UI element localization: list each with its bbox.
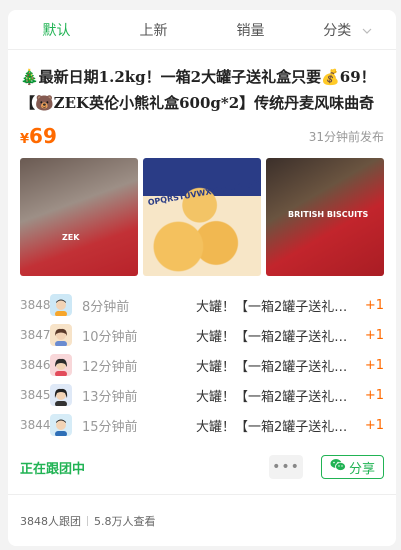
divider: [87, 515, 88, 526]
product-image-3[interactable]: BRITISH BISCUITS: [266, 158, 384, 276]
tab-sales[interactable]: 销量: [202, 20, 299, 40]
publish-time: 31分钟前发布: [308, 129, 384, 144]
stats-footer: 3848人跟团 5.8万人查看: [8, 494, 396, 546]
chevron-down-icon: [362, 23, 372, 39]
avatar: [50, 294, 72, 316]
list-item[interactable]: 3845 13分钟前 大罐！【一箱2罐子送礼盒】 +1: [8, 380, 396, 410]
price-row: ¥69 31分钟前发布: [20, 122, 384, 150]
product-image-1[interactable]: ZEK: [20, 158, 138, 276]
more-icon: •••: [272, 459, 300, 475]
list-item[interactable]: 3844 15分钟前 大罐！【一箱2罐子送礼盒】 +1: [8, 410, 396, 440]
avatar: [50, 414, 72, 436]
view-count: 5.8万人查看: [94, 514, 156, 528]
group-order-list: 3848 8分钟前 大罐！【一箱2罐子送礼盒】 +1 3847 10分钟前 大罐…: [8, 290, 396, 440]
product-images: ZEK OPQRSTUVWXYZABCDEFG BRITISH BISCUITS: [20, 158, 384, 276]
action-row: 正在跟团中 ••• 分享: [20, 454, 384, 480]
list-item[interactable]: 3848 8分钟前 大罐！【一箱2罐子送礼盒】 +1: [8, 290, 396, 320]
joined-count: 3848人跟团: [20, 514, 81, 528]
group-card: 默认 上新 销量 分类 🎄最新日期1.2kg！一箱2大罐子送礼盒只要💰69！【🐻…: [8, 10, 396, 546]
image-caption: ZEK: [62, 233, 80, 242]
more-button[interactable]: •••: [268, 455, 303, 479]
image-caption: BRITISH BISCUITS: [288, 210, 369, 219]
wechat-icon: [330, 458, 346, 476]
list-item[interactable]: 3847 10分钟前 大罐！【一箱2罐子送礼盒】 +1: [8, 320, 396, 350]
following-status: 正在跟团中: [20, 461, 86, 477]
share-button[interactable]: 分享: [320, 455, 384, 479]
avatar: [50, 324, 72, 346]
product-image-2[interactable]: OPQRSTUVWXYZABCDEFG: [143, 158, 261, 276]
list-item[interactable]: 3846 12分钟前 大罐！【一箱2罐子送礼盒】 +1: [8, 350, 396, 380]
tab-default[interactable]: 默认: [8, 20, 105, 40]
image-caption: OPQRSTUVWXYZABCDEFG: [147, 177, 261, 208]
avatar: [50, 354, 72, 376]
sort-tabs: 默认 上新 销量 分类: [8, 10, 396, 50]
avatar: [50, 384, 72, 406]
tab-category[interactable]: 分类: [299, 20, 396, 40]
price: ¥69: [20, 124, 57, 148]
tab-new[interactable]: 上新: [105, 20, 202, 40]
product-title[interactable]: 🎄最新日期1.2kg！一箱2大罐子送礼盒只要💰69！【🐻ZEK英伦小熊礼盒600…: [20, 64, 384, 116]
